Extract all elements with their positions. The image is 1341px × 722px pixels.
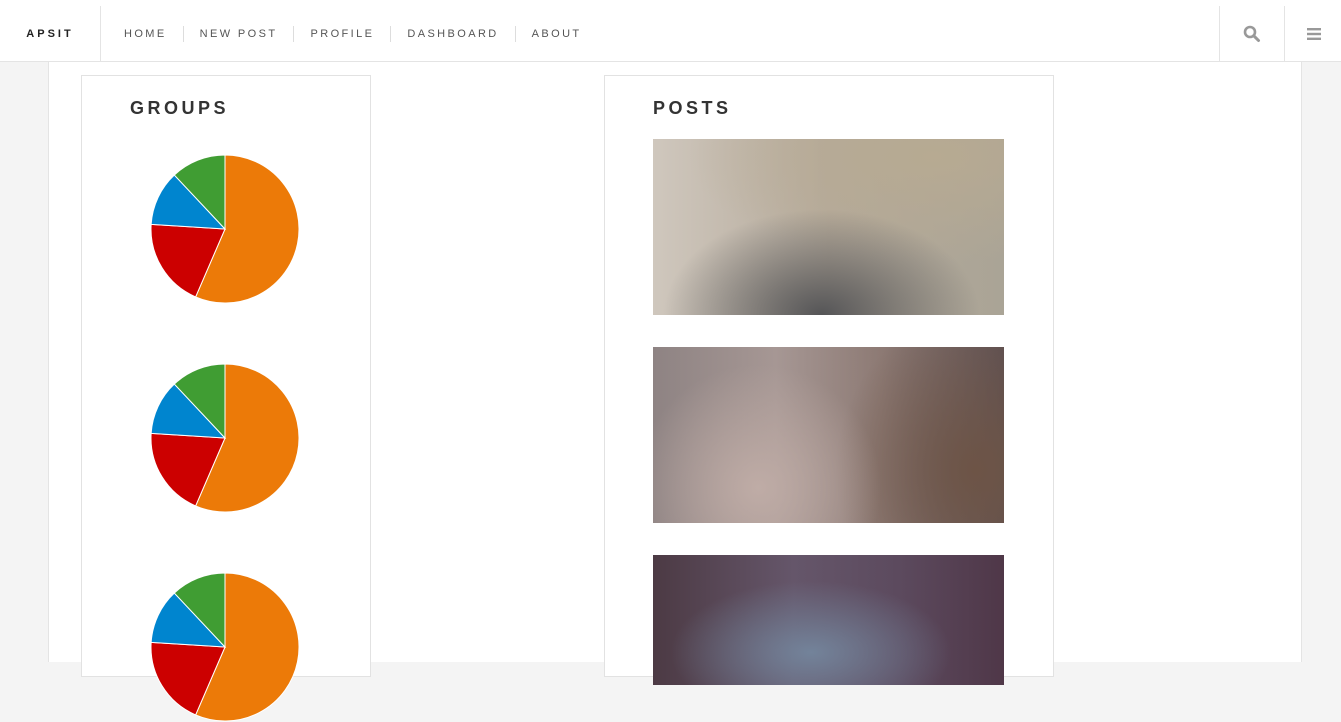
posts-panel: POSTS [604,75,1054,685]
top-navbar: APSIT HOME NEW POST PROFILE DASHBOARD AB… [0,6,1341,62]
group-pie-chart-3[interactable] [150,572,300,722]
nav-link-profile[interactable]: PROFILE [293,25,390,42]
group-pie-chart-1[interactable] [150,154,300,304]
groups-title: GROUPS [130,98,230,118]
nav-link-dashboard[interactable]: DASHBOARD [390,25,514,42]
post-image-3[interactable] [653,555,1004,685]
search-icon [1243,25,1260,42]
group-pie-chart-2[interactable] [150,363,300,513]
nav-link-about[interactable]: ABOUT [514,25,598,42]
post-image-1[interactable] [653,139,1004,315]
brand-logo[interactable]: APSIT [0,6,101,61]
post-image-2[interactable] [653,347,1004,523]
nav-link-new-post[interactable]: NEW POST [182,25,294,42]
posts-title: POSTS [653,98,732,118]
groups-panel: GROUPS [81,75,371,722]
search-button[interactable] [1219,6,1284,61]
menu-button[interactable] [1284,6,1341,61]
nav-link-home[interactable]: HOME [108,26,183,42]
page-content: GROUPS POSTS [48,62,1302,722]
nav-links: HOME NEW POST PROFILE DASHBOARD ABOUT [108,6,598,61]
hamburger-menu-icon [1306,27,1321,40]
